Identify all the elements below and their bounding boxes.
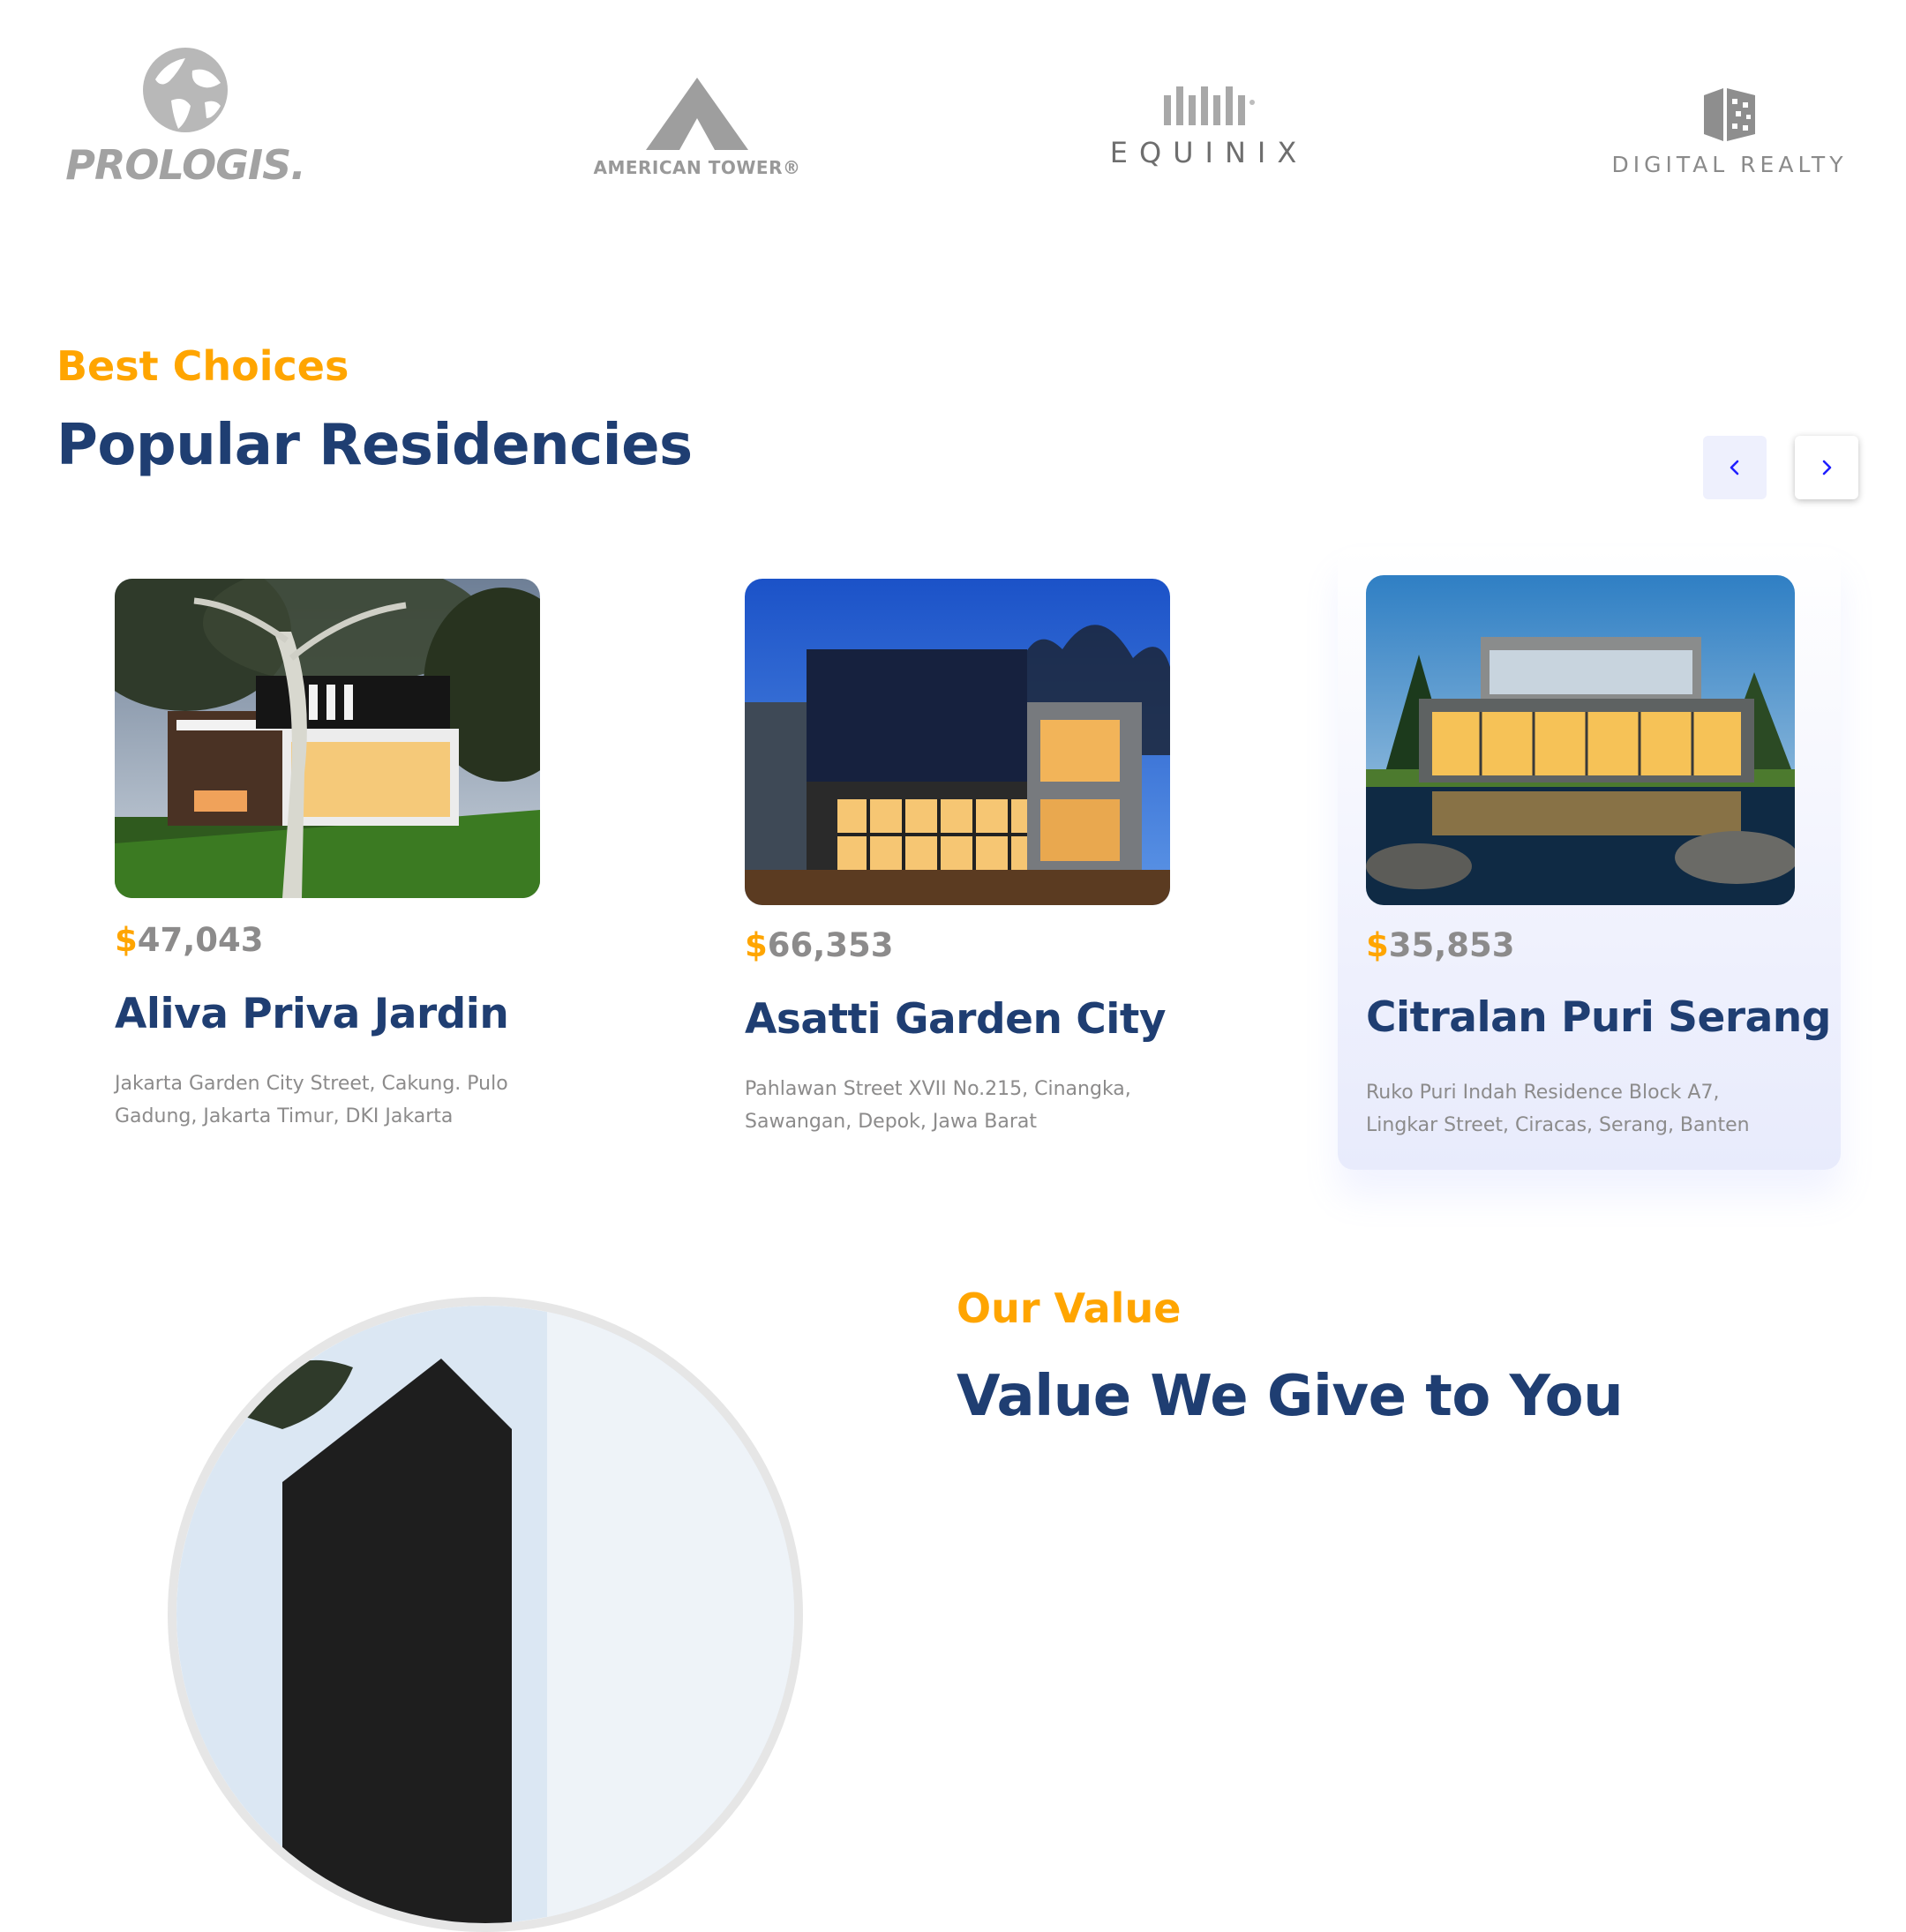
chevron-left-icon bbox=[1730, 460, 1739, 476]
residency-price: $47,043 bbox=[115, 921, 264, 959]
globe-icon bbox=[143, 48, 228, 132]
carousel-prev-button[interactable] bbox=[1703, 436, 1767, 499]
partner-logos: PROLOGIS. AMERICAN TOWER® EQUINIX DIGITA… bbox=[0, 0, 1906, 229]
digital-realty-logo: DIGITAL REALTY bbox=[1588, 86, 1871, 177]
residency-image bbox=[745, 579, 1170, 905]
residency-image bbox=[1366, 575, 1795, 905]
digital-realty-icon bbox=[1704, 88, 1755, 141]
residency-card[interactable]: $66,353 Asatti Garden City Pahlawan Stre… bbox=[724, 558, 1218, 1175]
prologis-logo: PROLOGIS. bbox=[53, 44, 318, 189]
residency-name: Citralan Puri Serang bbox=[1366, 993, 1831, 1042]
popular-residencies-title: Popular Residencies bbox=[56, 413, 693, 478]
our-value-eyebrow: Our Value bbox=[957, 1284, 1182, 1332]
residency-address: Pahlawan Street XVII No.215, Cinangka, S… bbox=[745, 1078, 1131, 1133]
tower-icon bbox=[646, 78, 748, 150]
carousel-next-button[interactable] bbox=[1795, 436, 1858, 499]
residency-price: $35,853 bbox=[1366, 926, 1515, 964]
residency-card-active[interactable]: $35,853 Citralan Puri Serang Ruko Puri I… bbox=[1338, 547, 1841, 1170]
equinix-bars-icon bbox=[1164, 86, 1255, 125]
residency-name: Aliva Priva Jardin bbox=[115, 990, 509, 1038]
value-section-title: Value We Give to You bbox=[957, 1364, 1624, 1429]
prologis-wordmark: PROLOGIS. bbox=[65, 141, 306, 189]
american-tower-wordmark: AMERICAN TOWER® bbox=[593, 157, 801, 178]
residency-address: Jakarta Garden City Street, Cakung. Pulo… bbox=[115, 1073, 508, 1127]
residency-address: Ruko Puri Indah Residence Block A7, Ling… bbox=[1366, 1082, 1750, 1136]
equinix-logo: EQUINIX bbox=[1094, 79, 1324, 169]
best-choices-eyebrow: Best Choices bbox=[56, 342, 349, 390]
residency-price: $66,353 bbox=[745, 926, 894, 964]
residency-card[interactable]: $47,043 Aliva Priva Jardin Jakarta Garde… bbox=[94, 558, 588, 1175]
american-tower-logo: AMERICAN TOWER® bbox=[565, 78, 829, 178]
residency-image bbox=[115, 579, 540, 898]
equinix-wordmark: EQUINIX bbox=[1109, 136, 1309, 169]
residency-name: Asatti Garden City bbox=[745, 995, 1167, 1044]
value-section-image bbox=[168, 1297, 803, 1932]
chevron-right-icon bbox=[1822, 460, 1832, 476]
digital-realty-wordmark: DIGITAL REALTY bbox=[1611, 152, 1848, 177]
